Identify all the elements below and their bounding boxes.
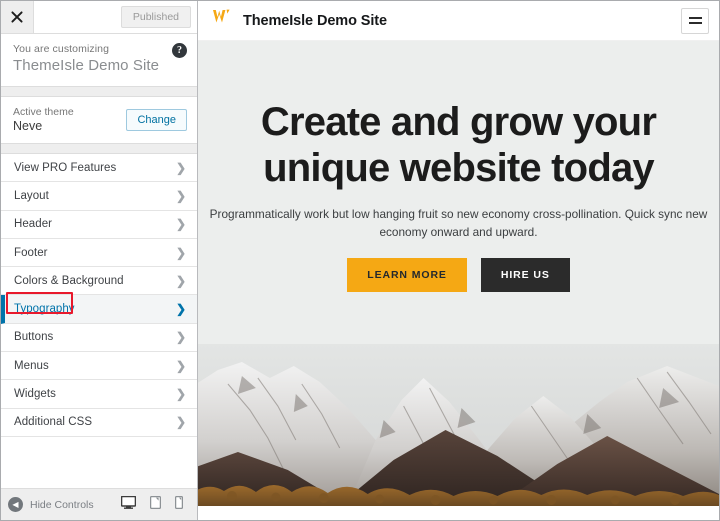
active-theme-panel: Active theme Neve Change [1, 97, 197, 144]
sidebar-item-view-pro-features[interactable]: View PRO Features ❯ [1, 154, 197, 183]
customizer-sidebar: Published You are customizing ThemeIsle … [1, 1, 198, 520]
close-customizer-button[interactable] [1, 1, 34, 33]
sidebar-divider-2 [1, 144, 197, 154]
hide-controls-label: Hide Controls [30, 498, 94, 511]
sidebar-item-label: Colors & Background [14, 274, 124, 287]
sidebar-divider-1 [1, 87, 197, 97]
tablet-preview-icon[interactable] [149, 495, 162, 514]
sidebar-item-typography[interactable]: Typography ❯ [1, 295, 197, 324]
chevron-right-icon: ❯ [175, 160, 186, 175]
published-button[interactable]: Published [120, 6, 191, 28]
site-header: ThemeIsle Demo Site [198, 1, 719, 41]
sidebar-item-label: Buttons [14, 331, 54, 344]
change-theme-button[interactable]: Change [126, 108, 187, 131]
device-preview-group [120, 495, 189, 514]
chevron-right-icon: ❯ [175, 188, 186, 203]
sidebar-item-label: Menus [14, 359, 49, 372]
active-theme-label: Active theme [13, 106, 74, 118]
topbar-spacer [34, 1, 121, 33]
hamburger-menu-icon[interactable] [681, 7, 709, 34]
chevron-right-icon: ❯ [175, 245, 186, 260]
customizing-panel: You are customizing ThemeIsle Demo Site … [1, 34, 197, 87]
sidebar-item-menus[interactable]: Menus ❯ [1, 352, 197, 381]
hide-controls-button[interactable]: ◀ Hide Controls [8, 497, 121, 512]
sidebar-item-label: Layout [14, 189, 49, 202]
learn-more-button[interactable]: LEARN MORE [347, 258, 467, 292]
hero-cta-group: LEARN MORE HIRE US [198, 258, 719, 292]
hero-content: Create and grow your unique website toda… [198, 41, 719, 292]
customizing-site-name: ThemeIsle Demo Site [13, 57, 160, 74]
help-icon[interactable]: ? [172, 43, 187, 58]
hero-subtitle: Programmatically work but low hanging fr… [209, 207, 708, 239]
sidebar-item-label: Footer [14, 246, 48, 259]
sidebar-item-label: View PRO Features [14, 161, 117, 174]
desktop-preview-icon[interactable] [120, 495, 137, 514]
customizer-nav-list: View PRO Features ❯ Layout ❯ Header ❯ Footer ❯ C… [1, 154, 197, 488]
customizer-window: Published You are customizing ThemeIsle … [0, 0, 720, 521]
sidebar-item-buttons[interactable]: Buttons ❯ [1, 323, 197, 353]
chevron-right-icon: ❯ [175, 387, 186, 402]
sidebar-item-colors-background[interactable]: Colors & Background ❯ [1, 267, 197, 296]
sidebar-item-label: Typography [14, 303, 75, 316]
sidebar-item-layout[interactable]: Layout ❯ [1, 182, 197, 211]
site-preview: ThemeIsle Demo Site Create and grow your… [198, 1, 719, 520]
chevron-right-icon: ❯ [175, 330, 186, 345]
customizing-label: You are customizing [13, 43, 110, 55]
chevron-right-icon: ❯ [175, 302, 186, 317]
sidebar-item-label: Widgets [14, 388, 56, 401]
hero-mountain-image [198, 344, 719, 506]
themeisle-w-logo-icon [212, 9, 234, 32]
sidebar-item-widgets[interactable]: Widgets ❯ [1, 380, 197, 409]
site-branding[interactable]: ThemeIsle Demo Site [212, 9, 387, 32]
sidebar-item-additional-css[interactable]: Additional CSS ❯ [1, 408, 197, 437]
mobile-preview-icon[interactable] [174, 495, 184, 514]
preview-footer-strip [198, 506, 719, 520]
customizer-bottom-bar: ◀ Hide Controls [1, 488, 197, 520]
hire-us-button[interactable]: HIRE US [480, 258, 570, 292]
hero-title: Create and grow your unique website toda… [260, 100, 657, 190]
sidebar-item-header[interactable]: Header ❯ [1, 210, 197, 239]
chevron-right-icon: ❯ [175, 415, 186, 430]
active-theme-name: Neve [13, 119, 43, 133]
sidebar-item-footer[interactable]: Footer ❯ [1, 238, 197, 268]
active-theme-info: Active theme Neve [13, 106, 74, 133]
chevron-right-icon: ❯ [175, 358, 186, 373]
site-title: ThemeIsle Demo Site [243, 12, 387, 29]
sidebar-item-label: Additional CSS [14, 416, 93, 429]
chevron-right-icon: ❯ [175, 217, 186, 232]
customizer-topbar: Published [1, 1, 197, 34]
nav-list-filler [1, 436, 197, 488]
sidebar-item-label: Header [14, 218, 53, 231]
collapse-arrow-icon: ◀ [8, 497, 23, 512]
chevron-right-icon: ❯ [175, 273, 186, 288]
close-icon [11, 11, 23, 23]
hero-section: Create and grow your unique website toda… [198, 41, 719, 520]
